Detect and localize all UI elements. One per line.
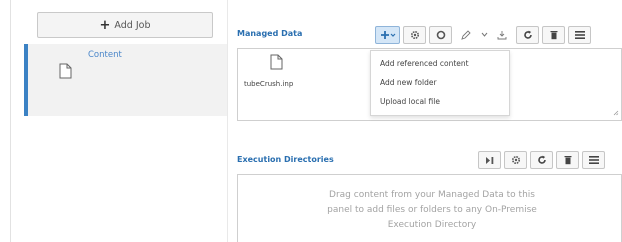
document-icon: [59, 63, 72, 82]
download-button[interactable]: [491, 26, 513, 44]
trash-icon: [564, 155, 572, 165]
delete-button[interactable]: [556, 151, 579, 169]
settings-button[interactable]: [504, 151, 527, 169]
circle-icon: [436, 30, 446, 40]
document-icon: [270, 54, 283, 73]
list-icon: [588, 156, 599, 164]
menu-item-upload-local-file[interactable]: Upload local file: [380, 97, 440, 106]
gear-icon: [511, 155, 521, 165]
resize-handle-icon[interactable]: [613, 109, 619, 119]
refresh-button[interactable]: [530, 151, 553, 169]
job-item-content[interactable]: Content: [24, 44, 227, 116]
trash-icon: [550, 30, 558, 40]
skip-icon: [485, 156, 495, 165]
add-menu-dropdown: Add referenced content Add new folder Up…: [370, 50, 510, 116]
menu-item-add-referenced-content[interactable]: Add referenced content: [380, 59, 469, 68]
menu-item-add-new-folder[interactable]: Add new folder: [380, 78, 437, 87]
list-view-button[interactable]: [568, 26, 591, 44]
panel-divider: [227, 0, 228, 242]
chevron-down-icon: [481, 32, 488, 38]
edit-dropdown-button[interactable]: [480, 26, 488, 44]
file-name[interactable]: tubeCrush.inp: [244, 80, 293, 88]
add-menu-button[interactable]: [375, 26, 400, 44]
add-job-button[interactable]: + Add Job: [37, 12, 213, 38]
add-menu-icon: [380, 30, 396, 40]
help-line: Execution Directory: [387, 220, 477, 230]
skip-button[interactable]: [478, 151, 501, 169]
help-line: panel to add files or folders to any On-…: [327, 205, 537, 215]
refresh-icon: [523, 30, 533, 40]
managed-data-toolbar: [375, 26, 591, 44]
add-job-label: Add Job: [114, 19, 151, 31]
circle-button[interactable]: [429, 26, 452, 44]
refresh-icon: [537, 155, 547, 165]
managed-data-title: Managed Data: [237, 29, 303, 38]
job-item-label: Content: [88, 50, 122, 60]
download-icon: [497, 30, 507, 40]
edit-button[interactable]: [455, 26, 477, 44]
list-view-button[interactable]: [582, 151, 605, 169]
list-icon: [574, 31, 585, 39]
settings-button[interactable]: [403, 26, 426, 44]
execution-directories-help: Drag content from your Managed Data to t…: [270, 188, 594, 233]
help-line: Drag content from your Managed Data to t…: [329, 190, 535, 200]
delete-button[interactable]: [542, 26, 565, 44]
execution-directories-title: Execution Directories: [237, 155, 334, 164]
gear-icon: [410, 30, 420, 40]
selected-indicator: [24, 44, 28, 116]
plus-icon: +: [99, 17, 111, 33]
left-divider: [10, 0, 11, 242]
execution-directories-toolbar: [478, 151, 605, 169]
refresh-button[interactable]: [516, 26, 539, 44]
pencil-icon: [461, 30, 471, 40]
